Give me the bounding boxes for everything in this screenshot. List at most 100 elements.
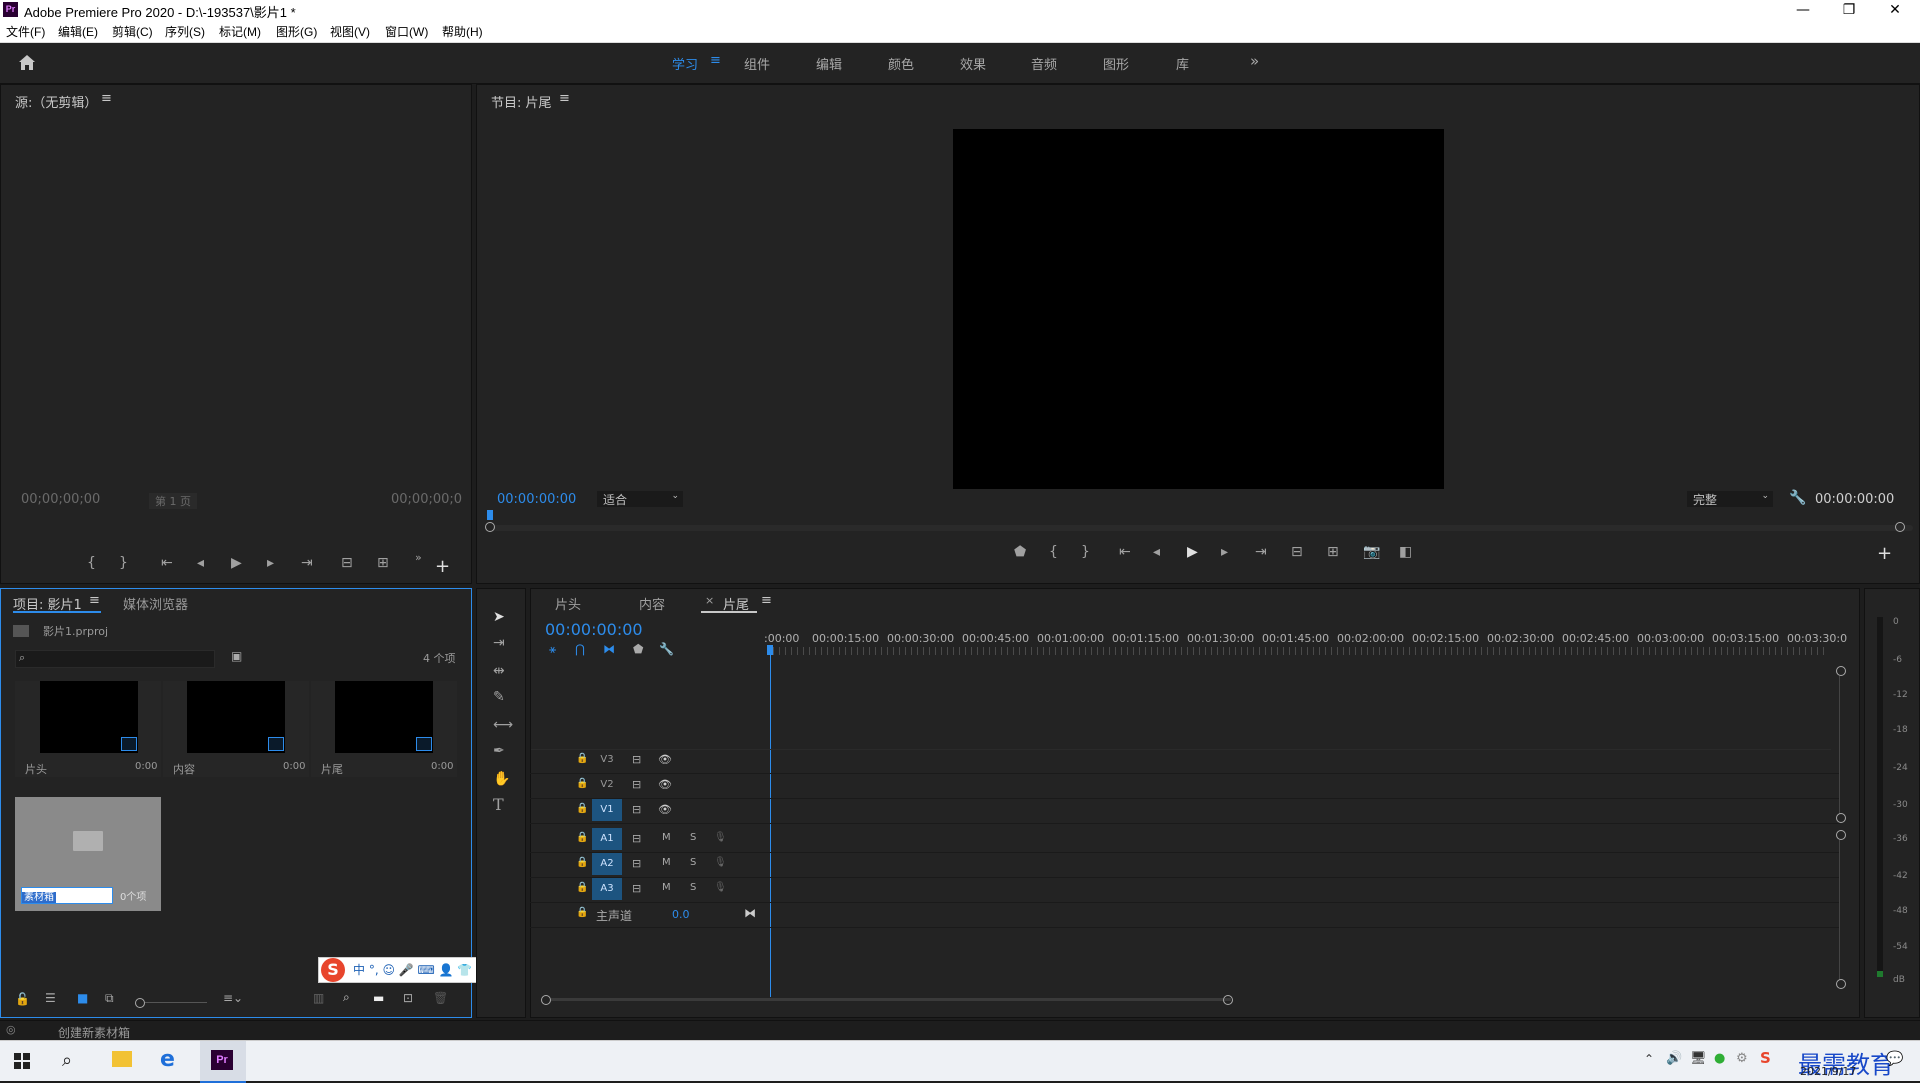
workspace-editing[interactable]: 编辑 — [816, 54, 842, 73]
mark-out-icon[interactable]: } — [119, 555, 128, 571]
tray-chevron-up-icon[interactable]: ⌃ — [1644, 1052, 1654, 1066]
timeline-settings-icon[interactable]: 🔧 — [659, 642, 674, 656]
project-item-opening[interactable]: 片头 0:00 — [15, 681, 161, 777]
sequence-tab-opening[interactable]: 片头 — [555, 594, 581, 613]
hand-tool-icon[interactable]: ✋ — [493, 771, 510, 787]
sync-lock-icon[interactable]: ⊟ — [632, 803, 641, 816]
volume-icon[interactable]: 🔊 — [1666, 1051, 1682, 1066]
hscroll-handle-right[interactable] — [1223, 995, 1233, 1005]
vscroll-handle-bottom-audio[interactable] — [1836, 979, 1846, 989]
lock-icon[interactable]: 🔓 — [15, 992, 30, 1006]
quality-dropdown[interactable]: 完整 ⌄ — [1687, 491, 1773, 507]
workspace-color[interactable]: 颜色 — [888, 54, 914, 73]
step-forward-icon[interactable]: ▸ — [267, 555, 274, 571]
vscroll-handle-top-audio[interactable] — [1836, 830, 1846, 840]
menu-sequence[interactable]: 序列(S) — [165, 23, 205, 40]
type-tool-icon[interactable]: T — [493, 797, 504, 813]
scroll-handle-left[interactable] — [485, 522, 495, 532]
track-row-v3[interactable]: 🔒 V3 ⊟ 👁 — [530, 749, 1840, 774]
home-icon[interactable] — [18, 54, 36, 71]
fit-dropdown[interactable]: 适合 ⌄ — [597, 491, 683, 507]
solo-button[interactable]: S — [690, 832, 696, 843]
tray-input-icon[interactable]: ⚙ — [1736, 1051, 1748, 1066]
track-lock-icon[interactable]: 🔒 — [576, 882, 588, 893]
go-to-out-icon[interactable]: ⇥ — [1255, 544, 1267, 560]
trash-icon[interactable]: 🗑 — [433, 991, 448, 1005]
project-bin-item[interactable]: 素材箱 0个项 — [15, 797, 161, 911]
project-item-content[interactable]: 内容 0:00 — [163, 681, 309, 777]
track-lock-icon[interactable]: 🔒 — [576, 803, 588, 814]
more-controls-icon[interactable]: » — [415, 550, 422, 566]
hscroll-handle-left[interactable] — [541, 995, 551, 1005]
overwrite-icon[interactable]: ⊞ — [377, 555, 389, 571]
add-button-icon[interactable]: + — [1877, 545, 1892, 563]
vscroll-handle-bottom[interactable] — [1836, 813, 1846, 823]
master-volume-value[interactable]: 0.0 — [672, 908, 690, 921]
menu-edit[interactable]: 编辑(E) — [58, 23, 98, 40]
file-explorer-icon[interactable] — [112, 1051, 132, 1067]
track-row-v1[interactable]: 🔒 V1 ⊟ 👁 — [530, 799, 1840, 824]
microphone-icon[interactable]: 🎙 — [714, 832, 727, 843]
icon-view-icon[interactable]: ■ — [77, 991, 88, 1005]
sync-lock-icon[interactable]: ⊟ — [632, 778, 641, 791]
hscroll-track[interactable] — [551, 998, 1231, 1001]
slip-tool-icon[interactable]: ⟷ — [493, 717, 513, 733]
nest-toggle-icon[interactable]: ⚹ — [549, 642, 556, 657]
panel-menu-icon[interactable]: ≡ — [101, 91, 112, 106]
search-icon[interactable]: ⌕ — [62, 1050, 72, 1071]
eye-icon[interactable]: 👁 — [658, 803, 672, 816]
step-back-icon[interactable]: ◂ — [197, 555, 204, 571]
snap-icon[interactable]: ⋂ — [575, 642, 585, 656]
close-button[interactable]: ✕ — [1872, 0, 1918, 20]
sync-lock-icon[interactable]: ⊟ — [632, 857, 641, 870]
windows-start-icon[interactable] — [14, 1053, 30, 1069]
compare-view-icon[interactable]: ◧ — [1399, 544, 1412, 560]
menu-window[interactable]: 窗口(W) — [385, 23, 428, 40]
ime-controls[interactable]: 中 °, ☺ 🎤 ⌨ 👤 👕 ▦ — [353, 961, 488, 978]
zoom-slider-track[interactable] — [145, 1002, 207, 1003]
track-select-tool-icon[interactable]: ⇥ — [493, 635, 505, 651]
workspace-menu-icon[interactable]: ≡ — [710, 53, 721, 68]
track-lock-icon[interactable]: 🔒 — [576, 907, 588, 918]
eye-icon[interactable]: 👁 — [658, 753, 672, 766]
mark-in-icon[interactable]: { — [1049, 544, 1058, 560]
razor-tool-icon[interactable]: ✎ — [493, 689, 505, 705]
master-routing-icon[interactable]: ⧓ — [744, 906, 756, 920]
source-page-dropdown[interactable]: 第 1 页 — [149, 493, 197, 509]
mute-button[interactable]: M — [662, 832, 671, 843]
panel-menu-icon[interactable]: ≡ — [559, 91, 570, 106]
sogou-tray-icon[interactable]: S — [1760, 1049, 1771, 1067]
linked-selection-icon[interactable]: ⧓ — [603, 642, 615, 656]
new-item-icon[interactable]: ⊡ — [403, 991, 413, 1005]
notification-icon[interactable]: 💬 — [1886, 1051, 1903, 1067]
sync-lock-icon[interactable]: ⊟ — [632, 753, 641, 766]
track-lock-icon[interactable]: 🔒 — [576, 857, 588, 868]
restore-button[interactable]: ❐ — [1826, 0, 1872, 20]
workspace-effects[interactable]: 效果 — [960, 54, 986, 73]
workspace-audio[interactable]: 音频 — [1031, 54, 1057, 73]
mute-button[interactable]: M — [662, 882, 671, 893]
program-scrub-bar[interactable] — [493, 525, 1913, 531]
pen-tool-icon[interactable]: ✒ — [493, 743, 505, 759]
go-to-in-icon[interactable]: ⇤ — [161, 555, 173, 571]
insert-icon[interactable]: ⊟ — [341, 555, 353, 571]
track-name[interactable]: V1 — [592, 799, 622, 821]
sync-lock-icon[interactable]: ⊟ — [632, 882, 641, 895]
track-row-a3[interactable]: 🔒 A3 ⊟ M S 🎙 — [530, 878, 1840, 903]
menu-marker[interactable]: 标记(M) — [219, 23, 261, 40]
scroll-handle-right[interactable] — [1895, 522, 1905, 532]
wrench-icon[interactable]: 🔧 — [1789, 490, 1806, 506]
track-row-master[interactable]: 🔒 主声道 0.0 ⧓ — [530, 903, 1840, 928]
menu-graphics[interactable]: 图形(G) — [276, 23, 317, 40]
panel-menu-icon[interactable]: ≡ — [89, 593, 100, 608]
zoom-slider-handle[interactable] — [135, 998, 145, 1008]
time-ruler-ticks[interactable] — [767, 647, 1827, 655]
track-name[interactable]: A3 — [592, 878, 622, 900]
eye-icon[interactable]: 👁 — [658, 778, 672, 791]
selection-tool-icon[interactable]: ➤ — [493, 609, 505, 625]
vscroll-track[interactable] — [1839, 676, 1840, 814]
play-icon[interactable]: ▶ — [1187, 544, 1198, 560]
vscroll-handle-top[interactable] — [1836, 666, 1846, 676]
workspace-more-icon[interactable]: » — [1250, 52, 1259, 70]
project-search-input[interactable]: ⌕ — [15, 650, 215, 668]
